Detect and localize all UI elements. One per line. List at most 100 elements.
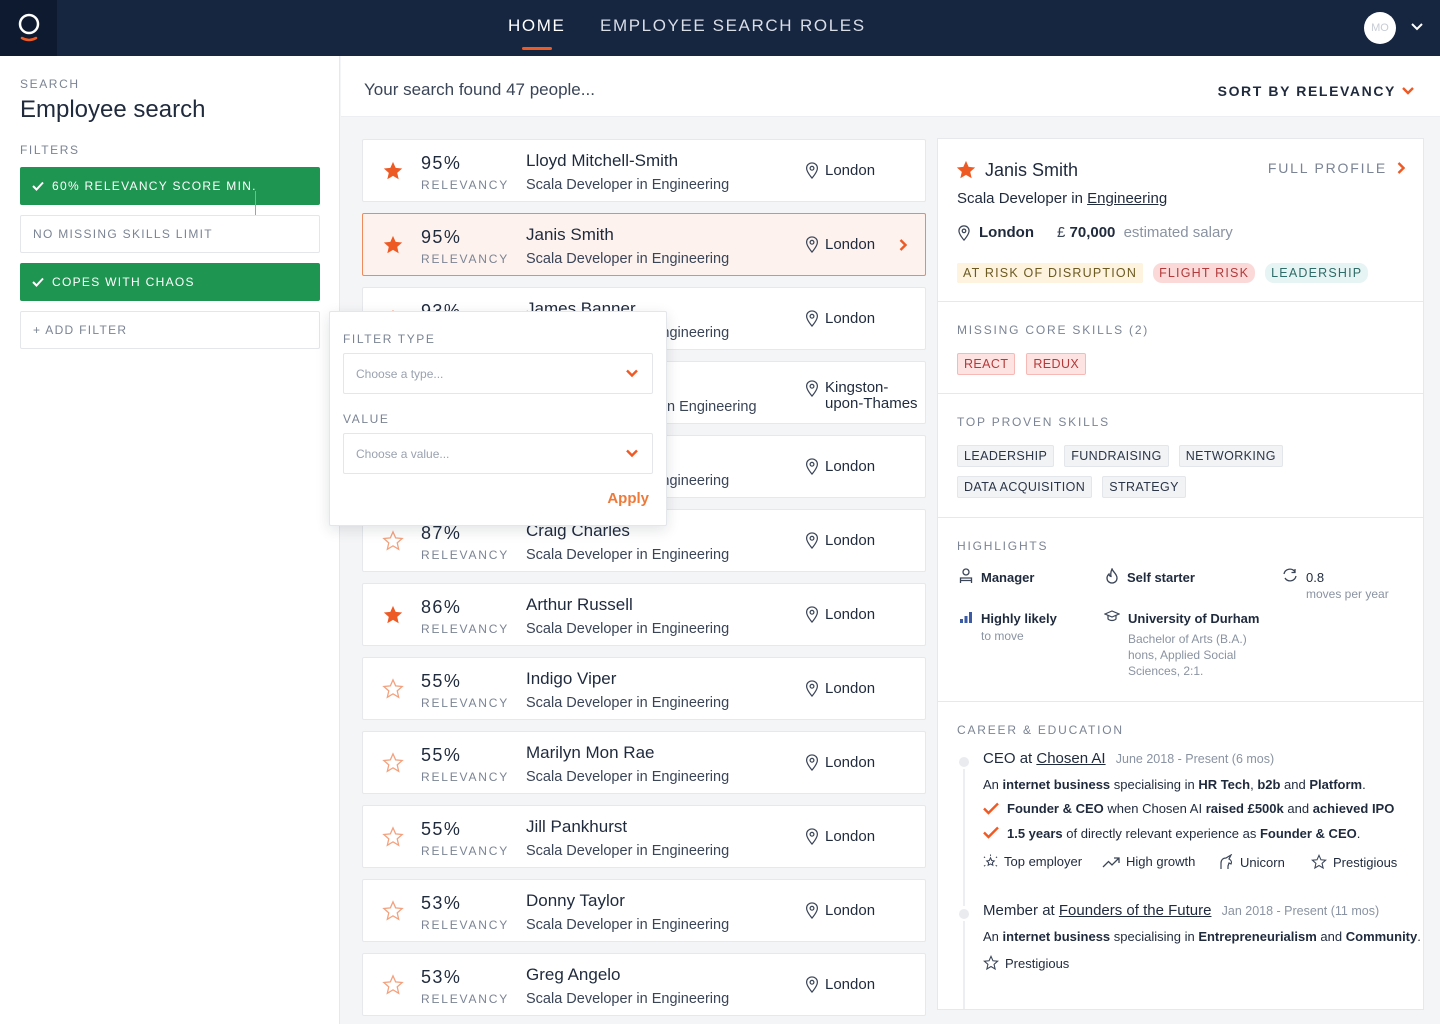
star-filled-icon[interactable] xyxy=(382,604,404,626)
result-card[interactable]: 55% RELEVANCY Indigo Viper Scala Developer … xyxy=(362,657,926,720)
page-title: Employee search xyxy=(20,96,206,123)
nav-home[interactable]: HOME xyxy=(508,16,565,50)
filter-value-select[interactable]: Choose a value... xyxy=(343,433,653,474)
result-card[interactable]: 55% RELEVANCY Jill Pankhurst Scala Develope… xyxy=(362,805,926,868)
skill-tag: STRATEGY xyxy=(1102,476,1186,498)
employee-location: London xyxy=(805,162,875,179)
career-description: An internet business specialising in HR … xyxy=(983,777,1366,792)
result-card[interactable]: 53% RELEVANCY Greg Angelo Scala Developer i… xyxy=(362,953,926,1016)
result-card[interactable]: 86% RELEVANCY Arthur Russell Scala Develope… xyxy=(362,583,926,646)
profile-location: London xyxy=(957,224,1034,241)
location-pin-icon xyxy=(806,380,818,397)
highlight-likely-to-move: Highly likely xyxy=(981,611,1057,626)
result-card[interactable]: 53% RELEVANCY Donny Taylor Scala Developer … xyxy=(362,879,926,942)
location-pin-icon xyxy=(806,680,818,697)
location-label: London xyxy=(825,458,876,475)
relevancy-score: 55% xyxy=(421,819,462,839)
badge-label: Unicorn xyxy=(1240,854,1285,870)
chevron-right-icon xyxy=(899,239,907,251)
checkmark-icon xyxy=(983,802,999,815)
nav-roles[interactable]: ROLES xyxy=(800,16,866,36)
career-description: An internet business specialising in Ent… xyxy=(983,929,1421,944)
flame-icon xyxy=(1106,568,1118,584)
user-avatar[interactable]: MO xyxy=(1364,12,1396,44)
employee-role: Scala Developer in Engineering xyxy=(526,843,730,859)
employee-role: Scala Developer in Engineering xyxy=(526,251,730,267)
star-outline-icon[interactable] xyxy=(382,900,404,922)
relevancy-score: 95% xyxy=(421,227,462,247)
career-dates: Jan 2018 - Present (11 mos) xyxy=(1221,904,1380,918)
relevancy-score: 55% xyxy=(421,671,462,691)
star-outline-icon[interactable] xyxy=(382,752,404,774)
relevancy-score: 53% xyxy=(421,893,462,913)
relevancy-score: 55% xyxy=(421,745,462,765)
career-section: CAREER & EDUCATION CEO at Chosen AI June… xyxy=(938,701,1423,1009)
employee-role: Scala Developer in Engineering xyxy=(526,695,730,711)
relevancy-label: RELEVANCY xyxy=(421,770,510,784)
filter-popover: FILTER TYPE Choose a type... VALUE Choos… xyxy=(329,311,667,526)
star-outline-icon[interactable] xyxy=(382,974,404,996)
employee-name: Donny Taylor xyxy=(526,891,625,910)
tag-disruption-risk: AT RISK OF DISRUPTION xyxy=(957,263,1144,283)
employee-role: Scala Developer in Engineering xyxy=(526,621,730,637)
highlight-degree: hons, Applied Social xyxy=(1128,648,1237,662)
star-filled-icon[interactable] xyxy=(382,160,404,182)
employee-name: Indigo Viper xyxy=(526,669,617,688)
nav-employee-search[interactable]: EMPLOYEE SEARCH xyxy=(600,16,793,36)
filter-relevancy-chip[interactable]: 60% RELEVANCY SCORE MIN. xyxy=(20,167,320,205)
result-card[interactable]: 95% RELEVANCY Lloyd Mitchell-Smith Scala De… xyxy=(362,139,926,202)
sort-dropdown[interactable]: SORT BY RELEVANCY xyxy=(1218,83,1414,99)
chevron-down-icon[interactable] xyxy=(1410,20,1424,34)
employee-role: Scala Developer in Engineering xyxy=(526,177,730,193)
relevancy-label: RELEVANCY xyxy=(421,622,510,636)
add-filter-button[interactable]: + ADD FILTER xyxy=(20,311,320,349)
relevancy-label: RELEVANCY xyxy=(421,696,510,710)
full-profile-link[interactable]: FULL PROFILE xyxy=(1268,160,1405,176)
filter-label: 60% RELEVANCY SCORE MIN. xyxy=(52,179,257,193)
career-title: CAREER & EDUCATION xyxy=(957,723,1124,737)
result-card[interactable]: 55% RELEVANCY Marilyn Mon Rae Scala Develop… xyxy=(362,731,926,794)
star-outline-icon[interactable] xyxy=(382,678,404,700)
star-filled-icon[interactable] xyxy=(382,234,404,256)
chevron-down-icon xyxy=(1402,87,1414,95)
filter-type-select[interactable]: Choose a type... xyxy=(343,353,653,394)
star-outline-icon[interactable] xyxy=(382,530,404,552)
career-achievement: Founder & CEO when Chosen AI raised £500… xyxy=(1007,801,1395,816)
salary-note: estimated salary xyxy=(1123,224,1233,241)
result-card[interactable]: 95% RELEVANCY Janis Smith Scala Developer i… xyxy=(362,213,926,276)
highlight-moves-sub: moves per year xyxy=(1306,587,1389,601)
profile-department-link[interactable]: Engineering xyxy=(1087,190,1167,207)
career-entry-heading: Member at Founders of the Future Jan 201… xyxy=(983,902,1379,919)
filter-missing-skills-chip[interactable]: NO MISSING SKILLS LIMIT xyxy=(20,215,320,253)
sort-label: SORT BY RELEVANCY xyxy=(1217,83,1396,99)
missing-skills-section: MISSING CORE SKILLS (2) REACT REDUX xyxy=(938,301,1423,393)
employee-location: London xyxy=(805,828,875,845)
nav-active-indicator xyxy=(521,47,552,50)
star-outline-icon[interactable] xyxy=(382,826,404,848)
filter-chaos-chip[interactable]: COPES WITH CHAOS xyxy=(20,263,320,301)
relevancy-score: 86% xyxy=(421,597,462,617)
star-outline-icon xyxy=(983,955,999,971)
relevancy-label: RELEVANCY xyxy=(421,252,510,266)
employee-name: Arthur Russell xyxy=(526,595,633,614)
company-link[interactable]: Chosen AI xyxy=(1036,750,1105,767)
filter-value-label: VALUE xyxy=(343,412,390,426)
badge-prestigious: Prestigious xyxy=(983,955,1069,971)
main-nav: HOME EMPLOYEE SEARCH ROLES xyxy=(0,0,1440,56)
proven-skills-section: TOP PROVEN SKILLS LEADERSHIP FUNDRAISING… xyxy=(938,393,1423,517)
location-pin-icon xyxy=(806,902,818,919)
trending-up-icon xyxy=(1102,856,1120,867)
career-title-text: CEO xyxy=(983,750,1016,767)
check-icon xyxy=(32,277,44,287)
location-label: London xyxy=(825,532,876,549)
star-filled-icon[interactable] xyxy=(955,159,977,181)
result-count: Your search found 47 people... xyxy=(364,80,595,99)
check-icon xyxy=(32,181,44,191)
badge-high-growth: High growth xyxy=(1102,854,1195,869)
location-label: London xyxy=(825,976,876,993)
profile-location-value: London xyxy=(979,224,1034,241)
company-link[interactable]: Founders of the Future xyxy=(1059,902,1212,919)
proven-skills-title: TOP PROVEN SKILLS xyxy=(957,415,1110,429)
highlights-title: HIGHLIGHTS xyxy=(957,539,1049,553)
apply-button[interactable]: Apply xyxy=(607,490,649,507)
